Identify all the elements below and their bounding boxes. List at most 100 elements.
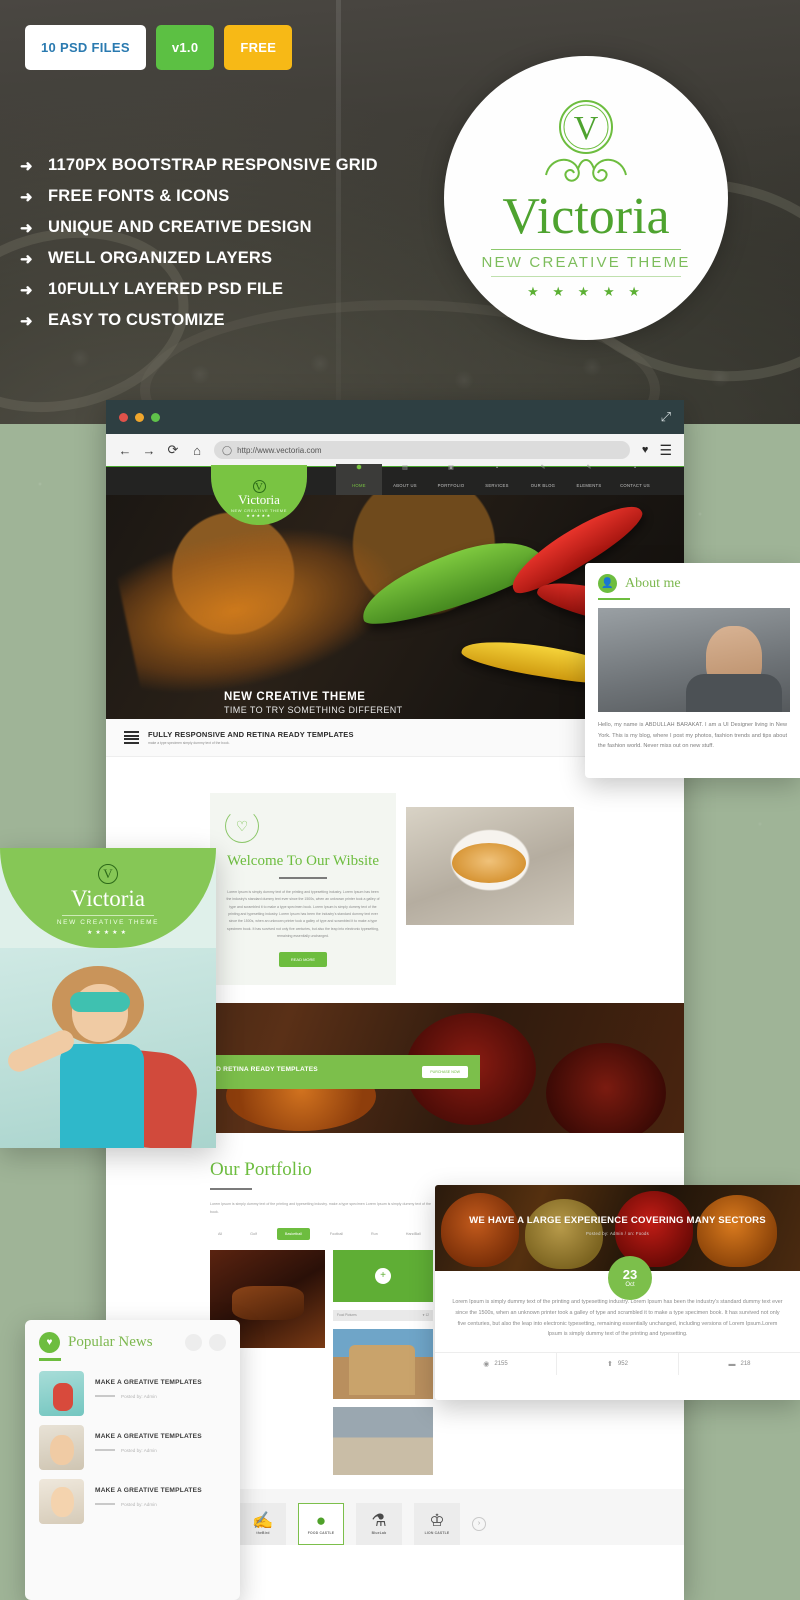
clients-next-icon[interactable]: › xyxy=(472,1516,486,1531)
nav-items: ⬢ HOME ▤ ABOUT US ▣ PORTFOLIO ▪ SERVICES… xyxy=(336,464,658,495)
reload-icon[interactable]: ⟳ xyxy=(166,442,180,458)
date-day: 23 xyxy=(622,1267,638,1282)
stat-likes[interactable]: ⬆ 952 xyxy=(557,1353,679,1376)
filter-golf[interactable]: Golf xyxy=(242,1228,265,1240)
welcome-read-more-button[interactable]: READ MORE xyxy=(279,952,327,968)
address-bar[interactable]: ◯ http://www.vectoria.com xyxy=(214,441,630,459)
title-divider xyxy=(598,598,630,601)
news-item-meta: Posted by: Admin xyxy=(95,1502,202,1507)
portfolio-tile-mine[interactable] xyxy=(333,1406,433,1475)
portfolio-tile-colosseum[interactable] xyxy=(333,1328,433,1399)
nav-item-portfolio[interactable]: ▣ PORTFOLIO xyxy=(428,464,474,495)
filter-all[interactable]: All xyxy=(210,1228,230,1240)
grid-icon: ▣ xyxy=(448,465,454,471)
nav-label: HOME xyxy=(352,483,366,488)
stat-comments[interactable]: ▬ 218 xyxy=(679,1353,800,1375)
maximize-icon[interactable] xyxy=(151,412,160,422)
arrow-icon: ➜ xyxy=(20,157,33,175)
expand-icon[interactable]: ⤢ xyxy=(661,409,671,425)
logo-tagline: NEW CREATIVE THEME xyxy=(481,253,691,271)
feature-label: EASY TO CUSTOMIZE xyxy=(48,311,225,329)
filter-handball[interactable]: HandBall xyxy=(398,1228,429,1240)
bookmark-heart-icon[interactable]: ♥ xyxy=(642,444,649,456)
nav-item-our-blog[interactable]: ✎ OUR BLOG xyxy=(520,464,566,495)
hero-title: NEW CREATIVE THEME xyxy=(224,691,366,703)
callout-title: FULLY RESPONSIVE AND RETINA READY TEMPLA… xyxy=(148,730,354,739)
hero-slide-text: NEW CREATIVE THEME TIME TO TRY SOMETHING… xyxy=(224,691,414,719)
news-item-title: MAKE A GREATIVE TEMPLATES xyxy=(95,1486,202,1494)
news-list-item[interactable]: MAKE A GREATIVE TEMPLATES Posted by: Adm… xyxy=(39,1478,226,1524)
title-divider xyxy=(39,1358,61,1361)
about-me-card: 👤 About me Hello, my name is ABDULLAH BA… xyxy=(585,563,800,778)
food-castle-icon: ● xyxy=(315,1511,327,1531)
feature-label: UNIQUE AND CREATIVE DESIGN xyxy=(48,218,312,236)
nav-label: SERVICES xyxy=(485,483,509,488)
news-thumbnail xyxy=(39,1424,84,1470)
hamburger-menu-icon[interactable]: ☰ xyxy=(659,442,672,459)
filter-football[interactable]: Football xyxy=(322,1228,351,1240)
arrow-icon: ➜ xyxy=(20,281,33,299)
superhero-kid-photo xyxy=(0,948,216,1148)
news-card-header: ♥ Popular News xyxy=(39,1332,226,1353)
nav-item-home[interactable]: ⬢ HOME xyxy=(336,464,382,495)
news-item-text: MAKE A GREATIVE TEMPLATES Posted by: Adm… xyxy=(95,1479,202,1524)
nav-item-about-us[interactable]: ▤ ABOUT US xyxy=(382,464,428,495)
spice-powder-graphic xyxy=(113,503,409,707)
blog-stats-row: ◉ 2155 ⬆ 952 ▬ 218 xyxy=(435,1352,800,1376)
spice-purchase-now-button[interactable]: PURCHASE NOW xyxy=(422,1066,468,1079)
client-logo-thebird[interactable]: ✍ theBird xyxy=(240,1502,286,1545)
plus-icon[interactable]: + xyxy=(375,1267,391,1284)
thumbs-up-icon: ⬆ xyxy=(607,1361,613,1369)
tile-like-count: ♥ 12 xyxy=(422,1313,429,1318)
site-logo-name: Victoria xyxy=(238,492,280,508)
news-item-author: Posted by: Admin xyxy=(121,1501,157,1507)
client-logo-bluelab[interactable]: ⚗ BlueLab xyxy=(356,1502,402,1545)
nav-label: CONTACT US xyxy=(620,483,650,488)
home-icon: ⬢ xyxy=(356,465,362,471)
eye-icon: ◉ xyxy=(483,1361,490,1369)
filter-run[interactable]: Run xyxy=(363,1228,386,1240)
filter-basketball[interactable]: Basketball xyxy=(276,1227,310,1240)
victoria-promo-card: V Victoria NEW CREATIVE THEME ★★★★★ xyxy=(0,848,216,1148)
meta-divider xyxy=(95,1395,115,1397)
client-name: LION CASTLE xyxy=(424,1531,450,1536)
news-list-item[interactable]: MAKE A GREATIVE TEMPLATES Posted by: Adm… xyxy=(39,1424,226,1470)
client-logo-food-castle[interactable]: ● FOOD CASTLE xyxy=(298,1502,344,1545)
minimize-icon[interactable] xyxy=(135,412,144,422)
back-icon[interactable]: ← xyxy=(118,443,132,458)
news-item-text: MAKE A GREATIVE TEMPLATES Posted by: Adm… xyxy=(95,1425,202,1470)
promo-name: Victoria xyxy=(71,886,145,912)
blog-hero-image: WE HAVE A LARGE EXPERIENCE COVERING MANY… xyxy=(435,1185,800,1271)
hero-subtitle: TIME TO TRY SOMETHING DIFFERENT xyxy=(224,705,403,715)
arrow-icon: ➜ xyxy=(20,312,33,330)
mail-icon: ▪ xyxy=(633,465,637,471)
home-icon[interactable]: ⌂ xyxy=(190,443,204,458)
pasta-dish-photo xyxy=(406,807,574,925)
spice-bag-graphic xyxy=(441,1193,519,1267)
feature-label: FREE FONTS & ICONS xyxy=(48,187,230,205)
nav-item-elements[interactable]: ✎ ELEMENTS xyxy=(566,464,612,495)
forward-icon[interactable]: → xyxy=(142,443,156,458)
nav-item-contact-us[interactable]: ▪ CONTACT US xyxy=(612,465,658,495)
url-text: http://www.vectoria.com xyxy=(237,445,322,455)
portfolio-tile-caption: Food Pictures ♥ 12 xyxy=(333,1309,433,1321)
prev-arrow-icon[interactable] xyxy=(185,1334,202,1351)
news-thumbnail xyxy=(39,1478,84,1524)
site-logo-stars: ★★★★★ xyxy=(246,512,272,518)
close-icon[interactable] xyxy=(119,412,128,422)
nav-label: OUR BLOG xyxy=(530,483,556,488)
kid-mask-graphic xyxy=(70,992,130,1012)
portfolio-tile-hover[interactable]: + xyxy=(333,1249,433,1302)
nav-item-services[interactable]: ▪ SERVICES xyxy=(474,465,520,495)
news-card-nav xyxy=(185,1334,226,1351)
callout-subtitle: make a type specimen simply dummy text o… xyxy=(148,741,230,745)
promo-monogram: V xyxy=(98,864,118,885)
layers-icon: ✎ xyxy=(586,465,592,471)
badge-psd-files: 10 PSD FILES xyxy=(25,25,146,70)
toolbar-actions: ♥ ☰ xyxy=(642,442,672,459)
stat-views[interactable]: ◉ 2155 xyxy=(435,1353,557,1376)
client-logo-lion-castle[interactable]: ♔ LION CASTLE xyxy=(414,1502,460,1545)
next-arrow-icon[interactable] xyxy=(209,1334,226,1351)
news-list-item[interactable]: MAKE A GREATIVE TEMPLATES Posted by: Adm… xyxy=(39,1370,226,1416)
flask-icon: ⚗ xyxy=(371,1511,387,1531)
